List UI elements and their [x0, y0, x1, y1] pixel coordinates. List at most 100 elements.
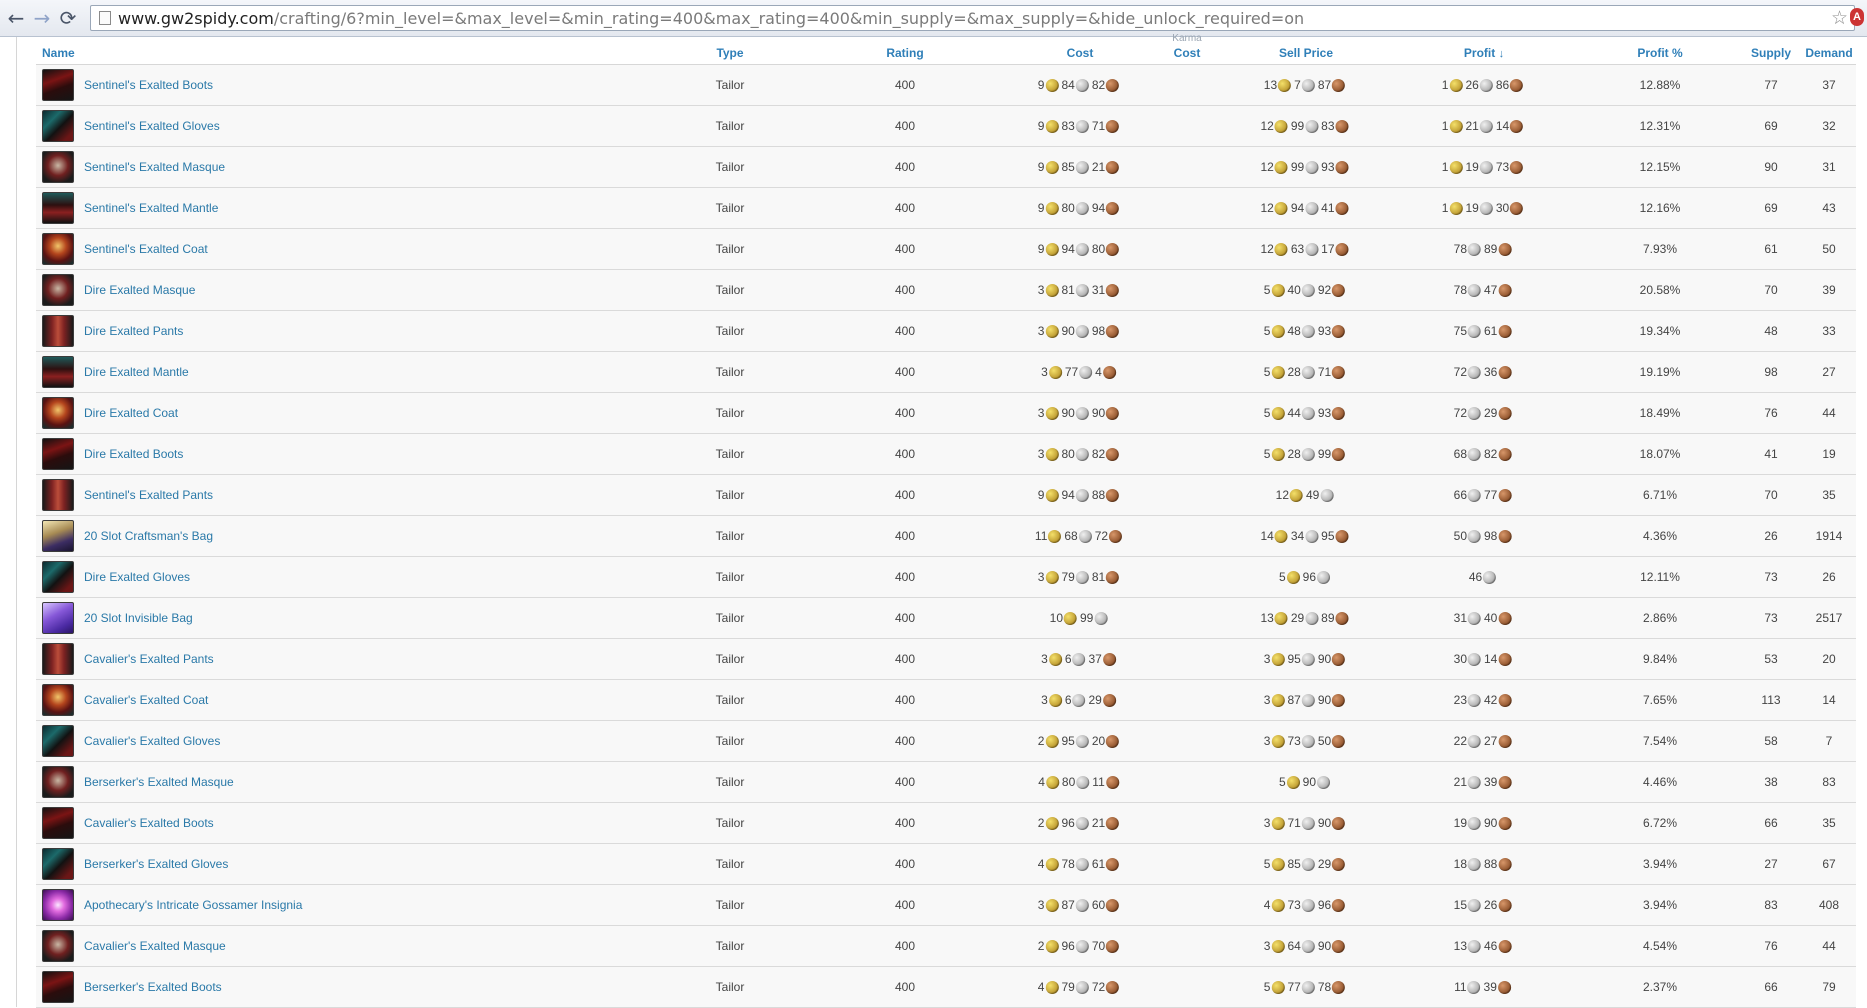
gold-coin-icon [1271, 693, 1285, 707]
table-row: Cavalier's Exalted Boots Tailor 400 2 96 21 3 7… [36, 803, 1856, 844]
demand-count: 83 [1822, 775, 1836, 789]
sell-gold-value: 3 [1263, 816, 1271, 830]
item-name-link[interactable]: Sentinel's Exalted Coat [84, 229, 208, 269]
item-name-link[interactable]: Apothecary's Intricate Gossamer Insignia [84, 885, 302, 925]
profit-percent: 7.93% [1642, 242, 1678, 256]
invbag-item-icon[interactable] [42, 602, 74, 634]
item-name-link[interactable]: Dire Exalted Pants [84, 311, 183, 351]
coat-item-icon[interactable] [42, 684, 74, 716]
cost-amount: 9 94 88 [1038, 475, 1122, 515]
silver-coin-icon [1301, 283, 1315, 297]
boots-item-icon[interactable] [42, 69, 74, 101]
pants-item-icon[interactable] [42, 315, 74, 347]
item-name-link[interactable]: 20 Slot Invisible Bag [84, 598, 193, 638]
profit-amount: 46 [1469, 557, 1499, 597]
sell-silver-value: 48 [1287, 324, 1301, 338]
forward-button[interactable]: → [30, 6, 54, 30]
gold-coin-icon [1449, 78, 1463, 92]
item-name-link[interactable]: Cavalier's Exalted Coat [84, 680, 208, 720]
silver-coin-icon [1317, 775, 1331, 789]
item-name-link[interactable]: Sentinel's Exalted Boots [84, 65, 213, 105]
silver-coin-icon [1305, 611, 1319, 625]
table-row: Cavalier's Exalted Coat Tailor 400 3 6 29 3 87 9… [36, 680, 1856, 721]
silver-coin-icon [1075, 406, 1089, 420]
copper-coin-icon [1332, 447, 1346, 461]
cost-silver-value: 80 [1061, 447, 1075, 461]
gloves-item-icon[interactable] [42, 725, 74, 757]
coat-item-icon[interactable] [42, 233, 74, 265]
column-header-cost[interactable]: Cost [1067, 46, 1094, 60]
sell-copper-value: 71 [1317, 365, 1332, 379]
boots-item-icon[interactable] [42, 971, 74, 1003]
reload-button[interactable]: ⟳ [56, 6, 80, 30]
bookmark-star-icon[interactable]: ☆ [1831, 7, 1848, 29]
item-name-link[interactable]: Cavalier's Exalted Boots [84, 803, 214, 843]
item-name-link[interactable]: Dire Exalted Boots [84, 434, 183, 474]
sell-amount: 3 64 90 [1264, 926, 1348, 966]
profit-gold-value: 1 [1441, 119, 1449, 133]
profit-silver-value: 15 [1453, 898, 1467, 912]
item-name-link[interactable]: Dire Exalted Masque [84, 270, 195, 310]
masque-item-icon[interactable] [42, 766, 74, 798]
item-name-link[interactable]: Berserker's Exalted Masque [84, 762, 234, 802]
coat-item-icon[interactable] [42, 397, 74, 429]
item-name-link[interactable]: Cavalier's Exalted Gloves [84, 721, 220, 761]
gloves-item-icon[interactable] [42, 561, 74, 593]
item-name-link[interactable]: Sentinel's Exalted Masque [84, 147, 225, 187]
item-name-link[interactable]: Dire Exalted Gloves [84, 557, 190, 597]
bag-item-icon[interactable] [42, 520, 74, 552]
item-rating: 400 [894, 775, 916, 789]
column-header-type[interactable]: Type [716, 46, 743, 60]
boots-item-icon[interactable] [42, 438, 74, 470]
item-name-link[interactable]: Sentinel's Exalted Pants [84, 475, 213, 515]
column-header-profit[interactable]: Profit ↓ [1464, 46, 1504, 60]
cost-silver-value: 90 [1061, 406, 1075, 420]
sell-gold-value: 3 [1263, 734, 1271, 748]
item-name-link[interactable]: Dire Exalted Coat [84, 393, 178, 433]
table-row: Dire Exalted Boots Tailor 400 3 80 82 5 28 99 68 8… [36, 434, 1856, 475]
profit-copper-value: 90 [1484, 816, 1498, 830]
column-header-sell-price[interactable]: Sell Price [1279, 46, 1333, 60]
masque-item-icon[interactable] [42, 930, 74, 962]
item-name-link[interactable]: 20 Slot Craftsman's Bag [84, 516, 213, 556]
profit-copper-value: 39 [1484, 775, 1498, 789]
column-header-demand[interactable]: Demand [1805, 46, 1852, 60]
supply-count: 53 [1764, 652, 1778, 666]
copper-coin-icon [1510, 119, 1524, 133]
back-button[interactable]: ← [4, 6, 28, 30]
column-header-supply[interactable]: Supply [1751, 46, 1791, 60]
column-header-rating[interactable]: Rating [886, 46, 923, 60]
insignia-item-icon[interactable] [42, 889, 74, 921]
mantle-item-icon[interactable] [42, 356, 74, 388]
column-header-profit-percent[interactable]: Profit % [1637, 46, 1682, 60]
mantle-item-icon[interactable] [42, 192, 74, 224]
silver-coin-icon [1075, 488, 1089, 502]
column-header-karma-cost[interactable]: Cost [1174, 46, 1201, 60]
sell-copper-value: 17 [1321, 242, 1335, 256]
item-name-link[interactable]: Cavalier's Exalted Masque [84, 926, 226, 966]
silver-coin-icon [1301, 406, 1315, 420]
column-header-karma-label: Karma [1172, 33, 1202, 44]
cost-silver-value: 94 [1061, 242, 1075, 256]
url-text[interactable]: www.gw2spidy.com/crafting/6?min_level=&m… [118, 9, 1304, 28]
table-row: Sentinel's Exalted Coat Tailor 400 9 94 80 12 6… [36, 229, 1856, 270]
item-name-link[interactable]: Berserker's Exalted Boots [84, 967, 222, 1007]
pants-item-icon[interactable] [42, 643, 74, 675]
gloves-item-icon[interactable] [42, 848, 74, 880]
boots-item-icon[interactable] [42, 807, 74, 839]
item-name-link[interactable]: Sentinel's Exalted Gloves [84, 106, 220, 146]
column-header-name[interactable]: Name [42, 46, 75, 60]
copper-coin-icon [1498, 816, 1512, 830]
silver-coin-icon [1305, 119, 1319, 133]
item-name-link[interactable]: Cavalier's Exalted Pants [84, 639, 214, 679]
extension-icon[interactable]: A [1850, 8, 1864, 26]
item-name-link[interactable]: Berserker's Exalted Gloves [84, 844, 228, 884]
cost-amount: 3 79 81 [1038, 557, 1122, 597]
address-bar[interactable]: www.gw2spidy.com/crafting/6?min_level=&m… [90, 5, 1855, 31]
pants-item-icon[interactable] [42, 479, 74, 511]
gloves-item-icon[interactable] [42, 110, 74, 142]
masque-item-icon[interactable] [42, 151, 74, 183]
masque-item-icon[interactable] [42, 274, 74, 306]
item-name-link[interactable]: Dire Exalted Mantle [84, 352, 189, 392]
item-name-link[interactable]: Sentinel's Exalted Mantle [84, 188, 218, 228]
